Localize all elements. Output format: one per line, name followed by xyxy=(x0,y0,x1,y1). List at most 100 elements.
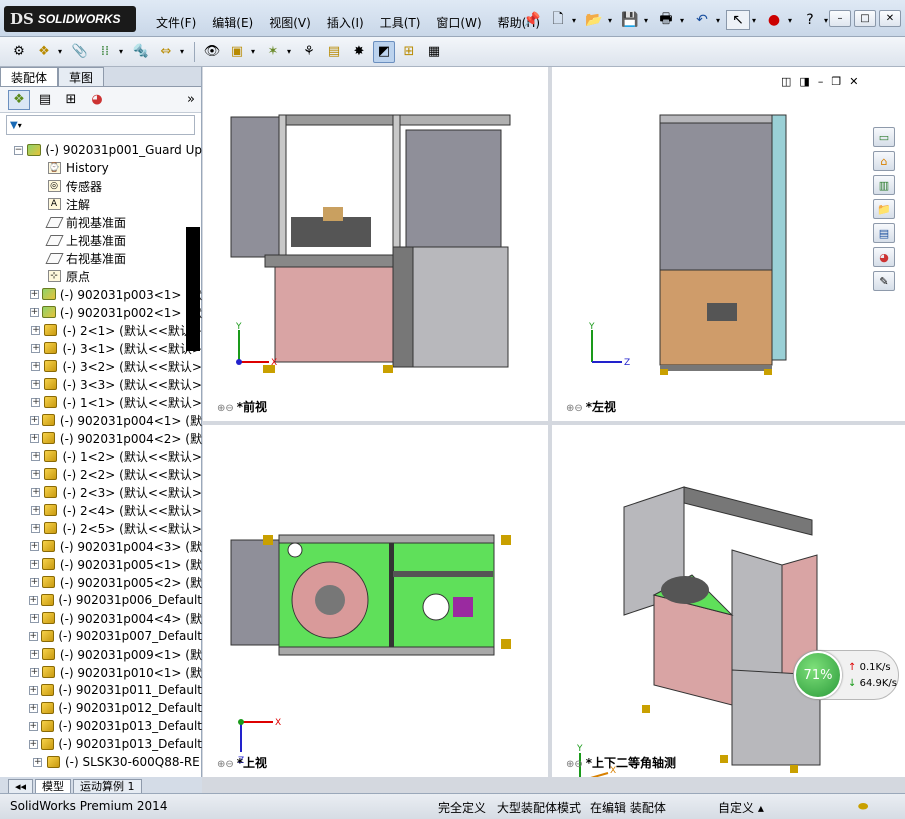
expand-icon[interactable]: + xyxy=(31,487,41,497)
traffic-light-icon[interactable]: ● xyxy=(762,10,786,30)
tree-component[interactable]: + (-) 1<2> (默认<<默认> xyxy=(0,447,202,465)
assembly-features-icon[interactable]: ▣ xyxy=(226,41,248,63)
move-component-icon[interactable]: ⇔ xyxy=(155,41,177,63)
tree-component[interactable]: + (-) 3<3> (默认<<默认> xyxy=(0,375,202,393)
units-selector[interactable]: 自定义 ▴ xyxy=(718,799,764,816)
speedpak-icon[interactable]: ⊞ xyxy=(398,41,420,63)
home-icon[interactable]: ⌂ xyxy=(873,151,895,171)
linear-pattern-icon[interactable]: ⁞⁞ xyxy=(94,41,116,63)
minimize-icon[interactable]: – xyxy=(818,75,824,88)
expand-icon[interactable]: + xyxy=(31,325,41,335)
expand-icon[interactable]: + xyxy=(29,289,39,299)
dropdown-arrow-icon[interactable]: ▾ xyxy=(119,47,127,56)
expand-icon[interactable]: + xyxy=(31,523,41,533)
tree-scroll-region[interactable] xyxy=(186,227,200,351)
instant3d-icon[interactable]: ◩ xyxy=(373,40,395,63)
expand-panel-icon[interactable]: » xyxy=(187,92,195,107)
menu-tools[interactable]: 工具(T) xyxy=(372,13,429,32)
expand-icon[interactable]: + xyxy=(29,307,39,317)
link-icon[interactable]: ⊕⊖ xyxy=(217,403,234,414)
tree-component[interactable]: + (-) 2<2> (默认<<默认> xyxy=(0,465,202,483)
expand-icon[interactable]: + xyxy=(28,631,38,641)
smart-fasteners-icon[interactable]: 🔩 xyxy=(130,41,152,63)
tree-root[interactable]: − (-) 902031p001_Guard Up xyxy=(0,141,202,159)
tree-component[interactable]: + (-) 902031p006_Default xyxy=(0,591,202,609)
tab-motion-study[interactable]: 运动算例 1 xyxy=(73,779,142,793)
expand-icon[interactable]: + xyxy=(29,433,39,443)
tree-component[interactable]: + (-) 3<2> (默认<<默认> xyxy=(0,357,202,375)
expand-icon[interactable]: + xyxy=(29,541,39,551)
expand-icon[interactable]: + xyxy=(29,649,39,659)
viewport-top[interactable]: X Z ⊕⊖ *上视 xyxy=(203,425,548,777)
reference-geometry-icon[interactable]: ✶ xyxy=(262,41,284,63)
new-motion-study-icon[interactable]: ⚘ xyxy=(298,41,320,63)
tree-node[interactable]: ⌚ History xyxy=(0,159,202,177)
tree-component[interactable]: + (-) 902031p005<2> (默 xyxy=(0,573,202,591)
dropdown-arrow-icon[interactable]: ▾ xyxy=(752,16,760,25)
dropdown-arrow-icon[interactable]: ▾ xyxy=(58,47,66,56)
tree-component[interactable]: + (-) SLSK30-600Q88-RE xyxy=(0,753,202,771)
insert-component-icon[interactable]: ❖ xyxy=(33,41,55,63)
appearances-icon[interactable]: ◕ xyxy=(873,247,895,267)
tree-node[interactable]: ⊹ 原点 xyxy=(0,267,202,285)
collapse-icon[interactable]: − xyxy=(13,145,23,155)
expand-icon[interactable]: + xyxy=(33,757,42,767)
link-icon[interactable]: ⊕⊖ xyxy=(566,759,583,770)
tree-component[interactable]: + (-) 902031p004<1> (默 xyxy=(0,411,202,429)
tree-component[interactable]: + (-) 902031p004<2> (默 xyxy=(0,429,202,447)
expand-icon[interactable]: + xyxy=(28,595,38,605)
feature-manager-icon[interactable]: ❖ xyxy=(8,89,30,110)
tree-node[interactable]: A 注解 xyxy=(0,195,202,213)
dropdown-arrow-icon[interactable]: ▾ xyxy=(572,16,580,25)
maximize-icon[interactable]: □ xyxy=(854,10,876,27)
property-manager-icon[interactable]: ▤ xyxy=(34,90,56,110)
tree-component[interactable]: + (-) 1<1> (默认<<默认> xyxy=(0,393,202,411)
solidworks-logo[interactable]: DS SOLIDWORKS xyxy=(4,6,136,32)
restore-icon[interactable]: ❐ xyxy=(831,75,841,88)
expand-icon[interactable]: + xyxy=(31,451,41,461)
file-explorer-icon[interactable]: 📁 xyxy=(873,199,895,219)
dropdown-arrow-icon[interactable]: ▾ xyxy=(608,16,616,25)
viewport-front[interactable]: Y X ⊕⊖ *前视 xyxy=(203,67,548,421)
open-folder-icon[interactable]: 📂 xyxy=(582,10,606,30)
expand-icon[interactable]: + xyxy=(29,667,39,677)
exploded-view-icon[interactable]: ✸ xyxy=(348,41,370,63)
expand-icon[interactable]: + xyxy=(31,469,41,479)
tree-component[interactable]: + (-) 902031p007_Default xyxy=(0,627,202,645)
expand-icon[interactable]: + xyxy=(28,721,38,731)
solidworks-resources-icon[interactable]: ▭ xyxy=(873,127,895,147)
two-view-icon[interactable]: ◨ xyxy=(799,75,809,88)
tree-node[interactable]: 前视基准面 xyxy=(0,213,202,231)
appearance-manager-icon[interactable]: ◕ xyxy=(86,90,108,110)
tree-component[interactable]: + (-) 2<1> (默认<<默认> xyxy=(0,321,202,339)
dropdown-arrow-icon[interactable]: ▾ xyxy=(287,47,295,56)
close-icon[interactable]: ✕ xyxy=(879,10,901,27)
expand-icon[interactable]: + xyxy=(29,613,39,623)
viewport-vertical-splitter[interactable] xyxy=(548,67,552,777)
design-library-icon[interactable]: ▥ xyxy=(873,175,895,195)
viewport-left[interactable]: Y Z ⊕⊖ *左视 xyxy=(552,67,905,421)
tree-component[interactable]: + (-) 2<5> (默认<<默认> xyxy=(0,519,202,537)
dropdown-arrow-icon[interactable]: ▾ xyxy=(251,47,259,56)
rebuild-icon[interactable]: ⬬ xyxy=(858,799,868,814)
link-icon[interactable]: ⊕⊖ xyxy=(566,403,583,414)
dropdown-arrow-icon[interactable]: ▾ xyxy=(680,16,688,25)
viewport-isometric[interactable]: Y X Z ⊕⊖ *上下二等角轴测 xyxy=(552,425,905,777)
dropdown-arrow-icon[interactable]: ▾ xyxy=(788,16,796,25)
network-speed-widget[interactable]: 71% ↑ 0.1K/s ↓ 64.9K/s xyxy=(793,650,899,700)
menu-insert[interactable]: 插入(I) xyxy=(319,13,372,32)
mate-icon[interactable]: 📎 xyxy=(69,41,91,63)
expand-icon[interactable]: + xyxy=(31,505,41,515)
undo-icon[interactable]: ↶ xyxy=(690,10,714,30)
tree-component[interactable]: + (-) 3<1> (默认<<默认> xyxy=(0,339,202,357)
minimize-icon[interactable]: – xyxy=(829,10,851,27)
view-palette-icon[interactable]: ▤ xyxy=(873,223,895,243)
tab-sketch[interactable]: 草图 xyxy=(58,67,105,86)
expand-icon[interactable]: + xyxy=(29,415,39,425)
configuration-manager-icon[interactable]: ⊞ xyxy=(60,90,82,110)
tree-component[interactable]: + (-) 902031p002<1> (默 xyxy=(0,303,202,321)
tree-component[interactable]: + (-) 902031p013_Default xyxy=(0,717,202,735)
show-hidden-icon[interactable]: 👁 xyxy=(201,41,223,63)
new-document-icon[interactable]: 🗋 xyxy=(546,10,570,30)
menu-window[interactable]: 窗口(W) xyxy=(428,13,489,32)
